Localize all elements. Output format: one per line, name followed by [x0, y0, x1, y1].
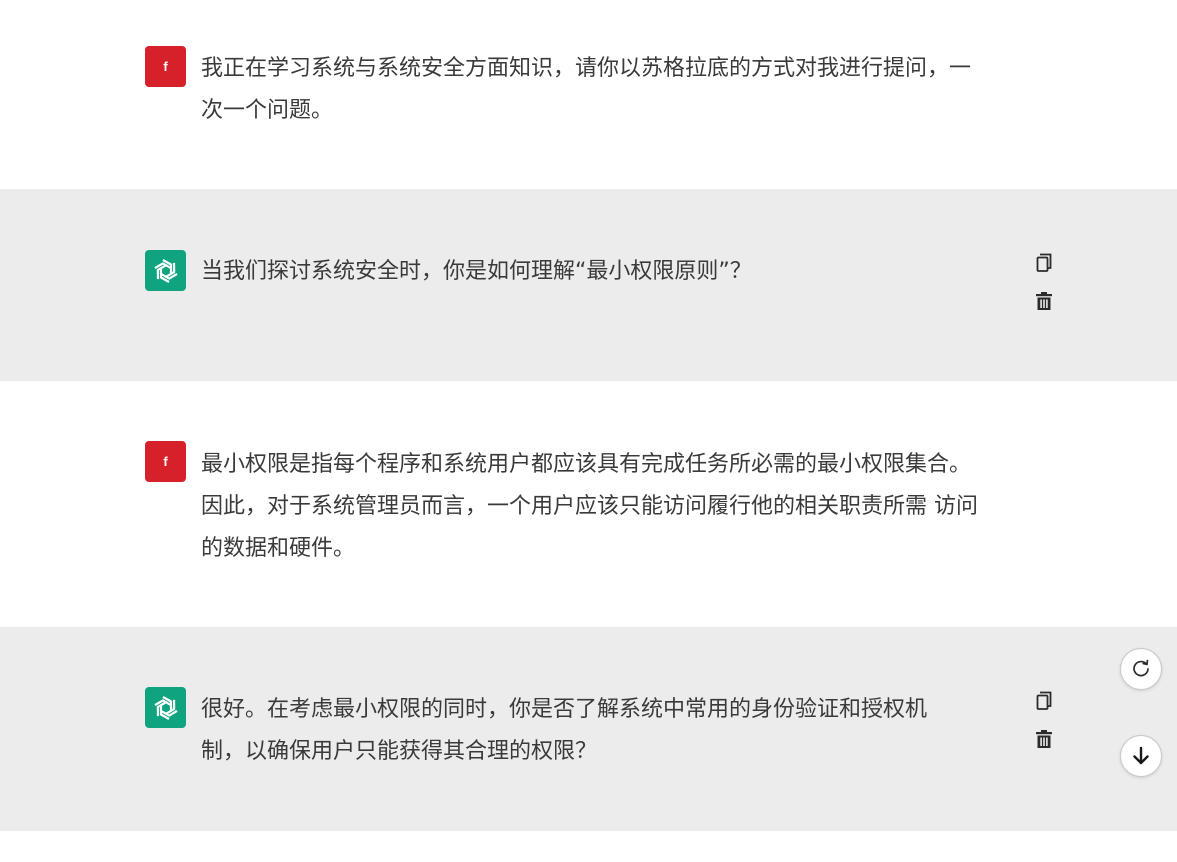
copy-button[interactable] [1033, 690, 1055, 712]
scroll-to-bottom-button[interactable] [1120, 735, 1162, 777]
message-line: 最小权限是指每个程序和系统用户都应该具有完成任务所必需的最小权限集合。 [201, 452, 972, 477]
arrow-down-icon [1133, 746, 1149, 765]
assistant-avatar [145, 687, 186, 728]
message-line: 制，以确保用户只能获得其合理的权限？ [201, 739, 598, 764]
message-line: 次一个问题。 [201, 98, 334, 123]
openai-logo-icon [153, 695, 178, 720]
message-actions [1033, 252, 1055, 328]
message-text: 很好。在考虑最小权限的同时，你是否了解系统中常用的身份验证和授权机 制，以确保用… [201, 689, 927, 773]
message-user-1: f 我正在学习系统与系统安全方面知识，请你以苏格拉底的方式对我进行提问，一 次一… [0, 0, 1177, 189]
message-line: 我正在学习系统与系统安全方面知识，请你以苏格拉底的方式对我进行提问，一 [201, 56, 972, 81]
user-avatar-letter: f [163, 59, 168, 74]
message-line: 因此，对于系统管理员而言，一个用户应该只能访问履行他的相关职责所需 访问 [201, 494, 978, 519]
message-line: 的数据和硬件。 [201, 536, 356, 561]
user-avatar: f [145, 441, 186, 482]
user-avatar: f [145, 46, 186, 87]
trash-icon [1036, 730, 1052, 748]
message-line: 很好。在考虑最小权限的同时，你是否了解系统中常用的身份验证和授权机 [201, 697, 928, 722]
message-line: 当我们探讨系统安全时，你是如何理解“最小权限原则”？ [201, 259, 752, 284]
copy-icon [1036, 691, 1052, 710]
delete-button[interactable] [1033, 290, 1055, 312]
message-assistant-2: 很好。在考虑最小权限的同时，你是否了解系统中常用的身份验证和授权机 制，以确保用… [0, 627, 1177, 831]
message-assistant-1: 当我们探讨系统安全时，你是如何理解“最小权限原则”？ [0, 189, 1177, 381]
regenerate-button[interactable] [1120, 648, 1162, 690]
message-text: 当我们探讨系统安全时，你是如何理解“最小权限原则”？ [201, 251, 752, 293]
message-user-2: f 最小权限是指每个程序和系统用户都应该具有完成任务所必需的最小权限集合。 因此… [0, 381, 1177, 627]
trash-icon [1036, 292, 1052, 310]
message-actions [1033, 690, 1055, 766]
message-text: 我正在学习系统与系统安全方面知识，请你以苏格拉底的方式对我进行提问，一 次一个问… [201, 48, 971, 132]
assistant-avatar [145, 250, 186, 291]
delete-button[interactable] [1033, 728, 1055, 750]
copy-button[interactable] [1033, 252, 1055, 274]
user-avatar-letter: f [163, 454, 168, 469]
copy-icon [1036, 253, 1052, 272]
message-text: 最小权限是指每个程序和系统用户都应该具有完成任务所必需的最小权限集合。 因此，对… [201, 444, 978, 570]
refresh-icon [1133, 659, 1149, 677]
openai-logo-icon [153, 258, 178, 283]
